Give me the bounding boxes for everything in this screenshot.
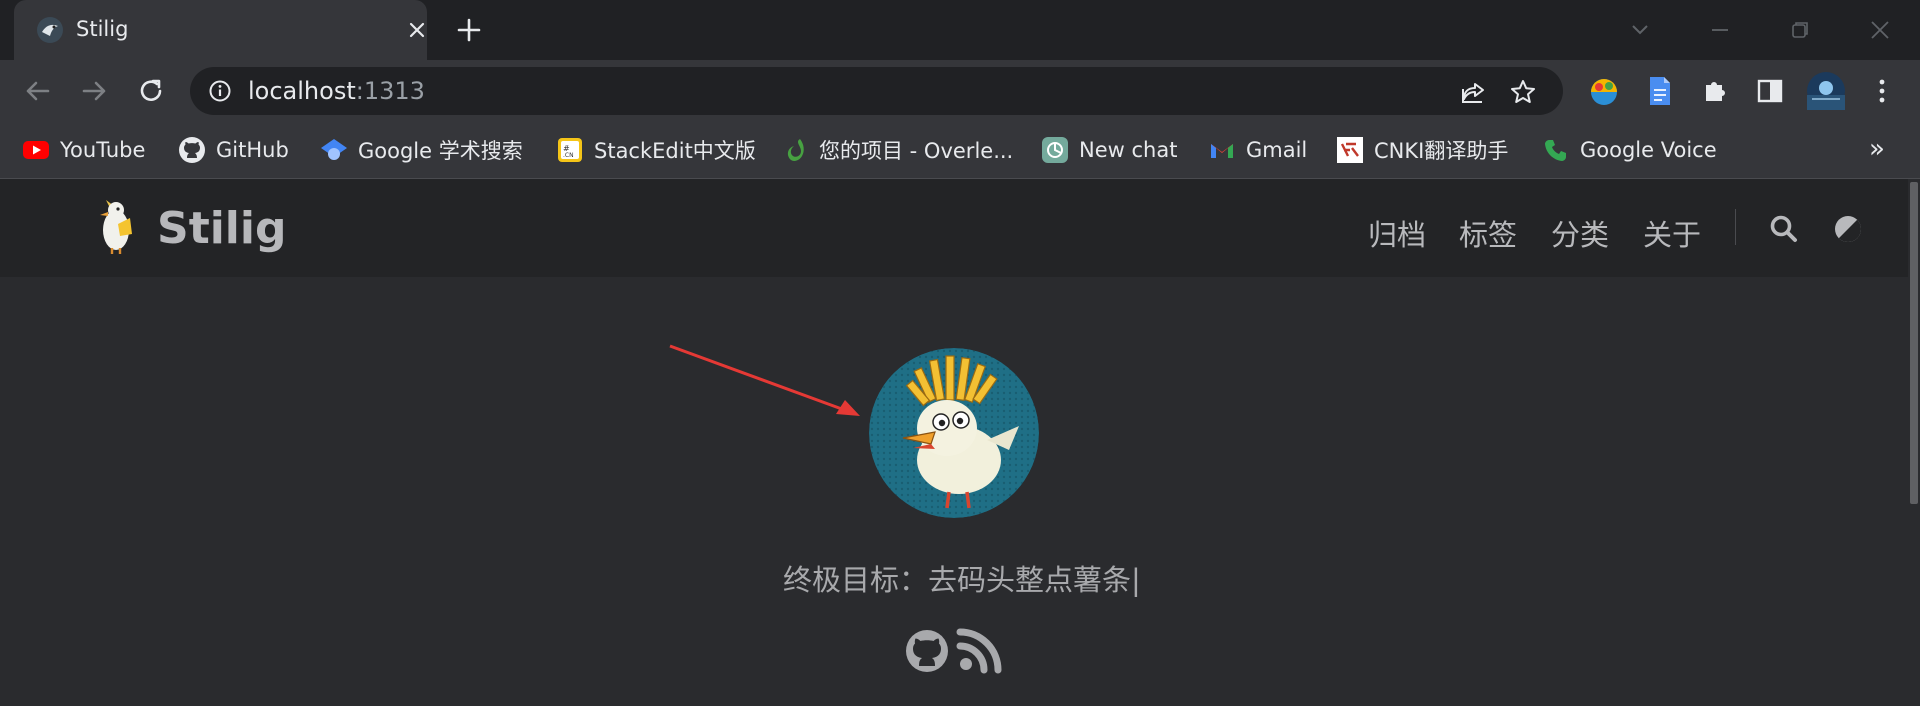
forward-icon[interactable] <box>76 73 112 109</box>
bookmark-label: GitHub <box>216 138 289 162</box>
minimize-icon[interactable] <box>1704 14 1736 46</box>
tab-title: Stilig <box>76 17 129 41</box>
youtube-icon <box>22 136 50 164</box>
author-avatar <box>869 348 1039 518</box>
back-icon[interactable] <box>20 73 56 109</box>
svg-text:.CN: .CN <box>563 152 574 159</box>
nav-categories[interactable]: 分类 <box>1551 212 1609 254</box>
nav-archives[interactable]: 归档 <box>1368 212 1426 254</box>
bookmark-youtube[interactable]: YouTube <box>22 122 145 178</box>
bookmark-label: 您的项目 - Overle... <box>819 139 1014 163</box>
bookmark-google-voice[interactable]: Google Voice <box>1542 122 1717 178</box>
new-tab-icon[interactable] <box>454 15 484 45</box>
nav-divider <box>1735 209 1736 245</box>
google-scholar-icon <box>320 136 348 164</box>
bookmark-gmail[interactable]: Gmail <box>1208 122 1307 178</box>
close-tab-icon[interactable] <box>404 17 430 43</box>
bookmarks-bar: YouTube GitHub Google 学术搜索 # .CN StackEdi… <box>0 122 1920 179</box>
bookmark-label: CNKI翻译助手 <box>1374 139 1509 163</box>
bookmark-google-scholar[interactable]: Google 学术搜索 <box>320 122 523 178</box>
site-title[interactable]: Stilig <box>157 203 286 254</box>
site-subtitle: 终极目标：去码头整点薯条| <box>783 557 1141 599</box>
github-icon[interactable] <box>904 628 950 674</box>
chatgpt-icon <box>1041 136 1069 164</box>
scrollbar-thumb[interactable] <box>1910 182 1918 504</box>
tab-search-icon[interactable] <box>1624 14 1656 46</box>
bookmark-label: YouTube <box>60 138 146 162</box>
github-icon <box>178 136 206 164</box>
url-text: localhost:1313 <box>248 77 425 105</box>
bookmark-star-icon[interactable] <box>1508 77 1538 107</box>
document-extension-icon[interactable] <box>1642 73 1678 109</box>
bookmark-label: Google Voice <box>1580 138 1717 162</box>
bookmark-label: New chat <box>1079 138 1178 162</box>
avatar-illustration <box>869 348 1039 518</box>
site-logo-icon[interactable] <box>96 196 140 256</box>
annotation-arrow <box>669 344 860 416</box>
browser-tab[interactable]: Stilig <box>14 0 427 60</box>
extension-colorful-icon[interactable] <box>1586 73 1622 109</box>
profile-avatar[interactable] <box>1806 71 1846 111</box>
typing-cursor: | <box>1131 563 1141 597</box>
bookmark-label: Gmail <box>1246 138 1308 162</box>
bookmark-new-chat[interactable]: New chat <box>1041 122 1177 178</box>
bookmarks-overflow-button[interactable]: » <box>1869 134 1885 164</box>
cnki-icon <box>1336 136 1364 164</box>
bookmark-cnki[interactable]: CNKI翻译助手 <box>1336 122 1508 178</box>
url-host: localhost <box>248 77 356 105</box>
share-icon[interactable] <box>1458 77 1488 107</box>
restore-icon[interactable] <box>1784 14 1816 46</box>
nav-about[interactable]: 关于 <box>1643 212 1701 254</box>
browser-menu-icon[interactable] <box>1864 73 1900 109</box>
gmail-icon <box>1208 136 1236 164</box>
theme-toggle-icon[interactable] <box>1832 213 1864 245</box>
subtitle-text: 终极目标：去码头整点薯条 <box>783 563 1132 597</box>
stackedit-icon: # .CN <box>556 136 584 164</box>
reload-icon[interactable] <box>133 73 169 109</box>
address-bar[interactable]: localhost:1313 <box>190 67 1563 115</box>
url-port: :1313 <box>355 77 425 105</box>
close-window-icon[interactable] <box>1864 14 1896 46</box>
extensions-puzzle-icon[interactable] <box>1697 73 1733 109</box>
side-panel-icon[interactable] <box>1752 73 1788 109</box>
tab-strip: Stilig <box>0 0 1920 60</box>
bookmark-stackedit[interactable]: # .CN StackEdit中文版 <box>556 122 756 178</box>
browser-toolbar: localhost:1313 <box>0 60 1920 122</box>
rss-icon[interactable] <box>956 628 1002 674</box>
search-icon[interactable] <box>1768 213 1800 245</box>
bookmark-label: StackEdit中文版 <box>594 139 756 163</box>
bookmark-overleaf[interactable]: 您的项目 - Overle... <box>781 122 1013 178</box>
overleaf-icon <box>781 136 809 164</box>
site-favicon-icon <box>37 17 63 43</box>
bookmark-github[interactable]: GitHub <box>178 122 289 178</box>
nav-tags[interactable]: 标签 <box>1459 212 1517 254</box>
site-info-icon[interactable] <box>208 79 232 103</box>
google-voice-icon <box>1542 136 1570 164</box>
bookmark-label: Google 学术搜索 <box>358 139 523 163</box>
